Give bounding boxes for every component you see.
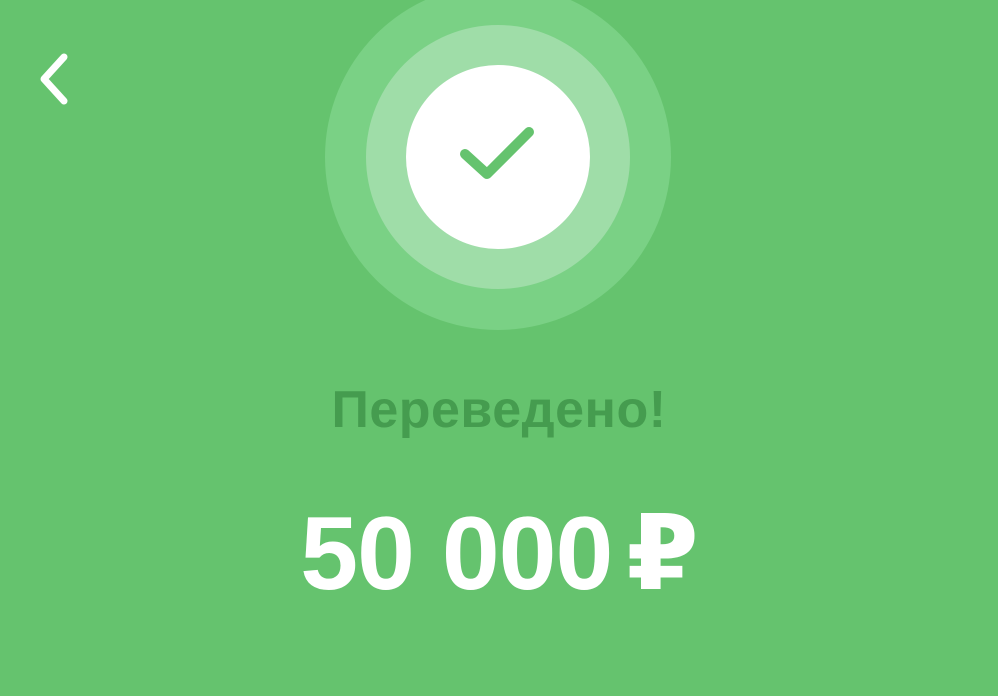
- transfer-success-screen: Переведено! 50 000 ₽: [0, 0, 998, 696]
- success-status-icon: [325, 0, 671, 330]
- back-button[interactable]: [22, 40, 86, 118]
- chevron-left-icon: [34, 49, 74, 109]
- transfer-amount: 50 000 ₽: [0, 492, 998, 614]
- amount-value: 50 000: [300, 496, 613, 612]
- status-title: Переведено!: [331, 381, 667, 439]
- currency-symbol: ₽: [626, 496, 698, 612]
- check-icon: [453, 120, 543, 195]
- status-ring-inner: [406, 65, 590, 249]
